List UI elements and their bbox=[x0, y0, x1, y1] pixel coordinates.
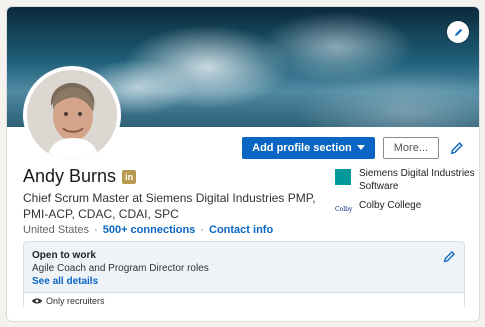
colby-logo-icon: Colby bbox=[335, 205, 353, 213]
org-siemens[interactable]: Siemens Digital Industries Software bbox=[335, 167, 475, 193]
pencil-icon bbox=[443, 251, 455, 263]
open-to-work-body: Open to work Agile Coach and Program Dir… bbox=[24, 242, 464, 293]
caret-down-icon bbox=[356, 145, 365, 150]
separator: · bbox=[94, 224, 98, 236]
open-to-work-title: Open to work bbox=[32, 250, 96, 261]
contact-info-link[interactable]: Contact info bbox=[209, 224, 273, 236]
profile-photo bbox=[27, 70, 117, 160]
visibility-label: Only recruiters bbox=[46, 296, 105, 306]
profile-headline: Chief Scrum Master at Siemens Digital In… bbox=[23, 191, 316, 221]
see-all-details-link[interactable]: See all details bbox=[32, 276, 456, 287]
profile-name: Andy Burns bbox=[23, 166, 117, 186]
org-colby[interactable]: Colby Colby College bbox=[335, 199, 475, 217]
linkedin-premium-icon: in bbox=[122, 169, 137, 184]
separator: · bbox=[200, 224, 205, 236]
add-profile-section-label: Add profile section bbox=[252, 142, 352, 154]
org-name: Colby College bbox=[359, 200, 422, 211]
open-to-work-card: Open to work Agile Coach and Program Dir… bbox=[23, 241, 465, 309]
profile-card: Add profile section More... Andy Burns i… bbox=[6, 6, 480, 322]
edit-cover-button[interactable] bbox=[447, 21, 469, 43]
more-button[interactable]: More... bbox=[382, 137, 439, 159]
open-to-work-visibility: Only recruiters bbox=[24, 293, 464, 309]
avatar[interactable] bbox=[23, 66, 121, 164]
pencil-icon bbox=[454, 28, 462, 36]
edit-open-to-work-button[interactable] bbox=[443, 250, 456, 268]
more-label: More... bbox=[393, 142, 428, 154]
eye-icon bbox=[32, 298, 42, 304]
connections-link[interactable]: 500+ connections bbox=[103, 224, 196, 236]
name-row: Andy Burns in bbox=[23, 166, 137, 187]
profile-meta: United States · 500+ connections · Conta… bbox=[23, 224, 273, 236]
edit-intro-button[interactable] bbox=[447, 138, 467, 158]
open-to-work-description: Agile Coach and Program Director roles bbox=[32, 263, 209, 274]
location: United States bbox=[23, 224, 90, 236]
organizations: Siemens Digital Industries Software Colb… bbox=[335, 167, 475, 223]
profile-actions: Add profile section More... bbox=[242, 137, 467, 159]
org-name: Siemens Digital Industries Software bbox=[359, 168, 475, 192]
siemens-logo-icon bbox=[335, 169, 351, 185]
add-profile-section-button[interactable]: Add profile section bbox=[242, 137, 375, 159]
pencil-icon bbox=[450, 142, 463, 155]
